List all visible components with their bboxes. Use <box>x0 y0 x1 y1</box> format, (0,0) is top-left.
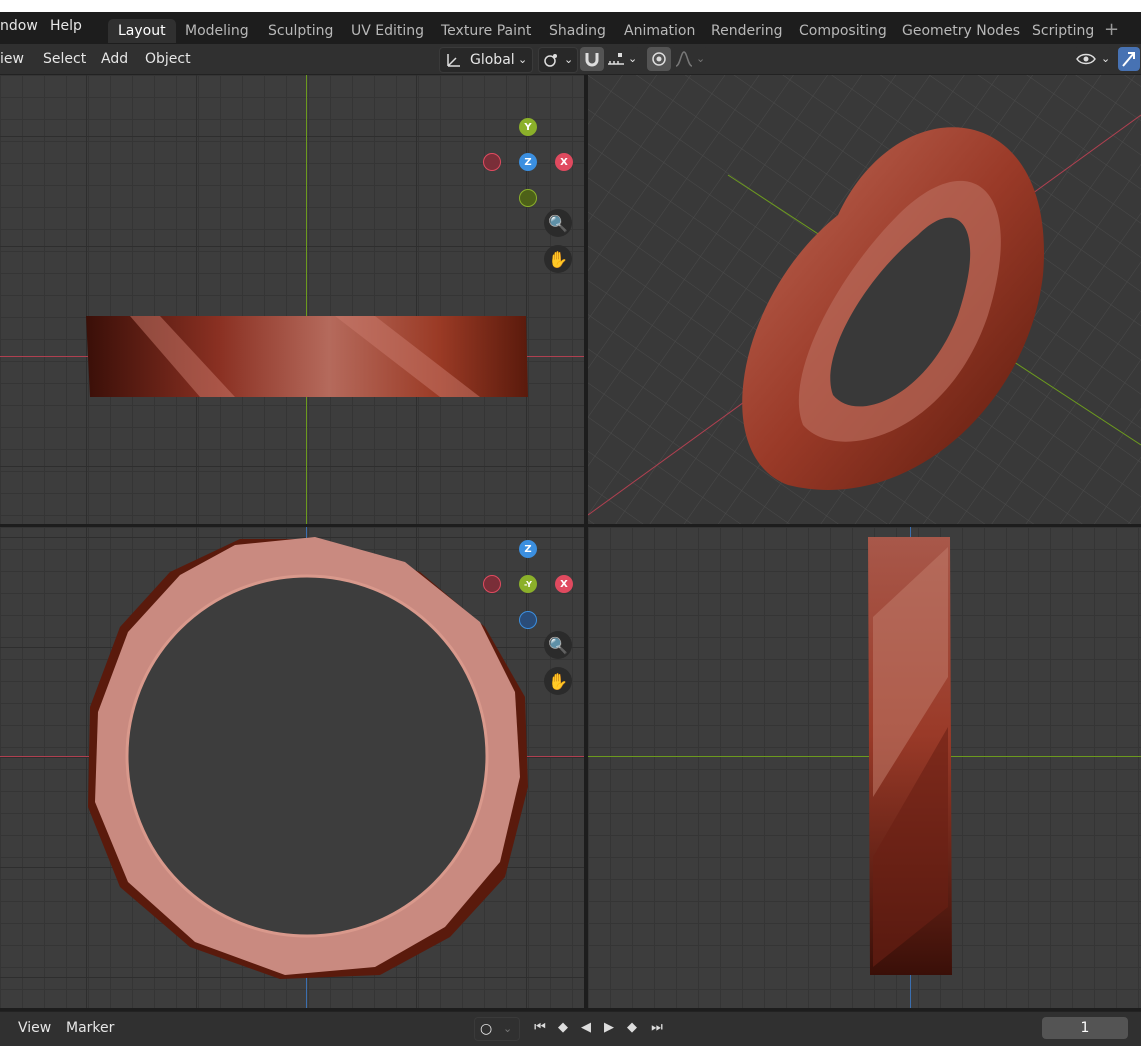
zoom-icon[interactable]: 🔍 <box>544 209 572 237</box>
magnet-icon <box>585 53 599 67</box>
gizmo-arrow-icon <box>1122 52 1135 67</box>
snap-target-dropdown[interactable]: ⌄ <box>604 47 640 71</box>
zoom-icon[interactable]: 🔍 <box>544 631 572 659</box>
falloff-dropdown[interactable]: ⌄ <box>672 47 708 71</box>
gizmo-neg-y-axis[interactable] <box>519 189 537 207</box>
add-menu[interactable]: Add <box>101 51 128 67</box>
tab-animation[interactable]: Animation <box>614 19 705 43</box>
play-icon[interactable]: ▶ <box>599 1018 619 1038</box>
gizmo-y-axis[interactable]: Y <box>519 118 537 136</box>
chevron-down-icon: ⌄ <box>564 53 574 66</box>
viewport-divider-vertical[interactable] <box>584 75 588 1008</box>
timeline-header: View Marker ○ ⌄ ⏮ ◆ ◀ ▶ ◆ ⏭ 1 <box>0 1011 1141 1046</box>
tab-compositing[interactable]: Compositing <box>789 19 897 43</box>
tab-sculpting[interactable]: Sculpting <box>258 19 343 43</box>
select-menu[interactable]: Select <box>43 51 86 67</box>
gizmo-neg-y-axis[interactable]: -Y <box>519 575 537 593</box>
window-menu[interactable]: ndow <box>0 18 38 34</box>
hand-pan-icon[interactable]: ✋ <box>544 667 572 695</box>
orientation-label: Global <box>470 52 515 68</box>
falloff-curve-icon <box>675 51 693 67</box>
viewport-header: iew Select Add Object Global ⌄ ⌄ ⌄ ⌄ ⌄ <box>0 44 1141 75</box>
ring-side-view <box>86 316 528 397</box>
pivot-point-dropdown[interactable]: ⌄ <box>538 47 578 73</box>
gizmo-x-axis[interactable]: X <box>555 575 573 593</box>
tab-geometry-nodes[interactable]: Geometry Nodes <box>892 19 1030 43</box>
view-menu[interactable]: iew <box>0 51 24 67</box>
play-reverse-icon[interactable]: ◀ <box>576 1018 596 1038</box>
tab-rendering[interactable]: Rendering <box>701 19 793 43</box>
perspective-scene <box>588 75 1141 524</box>
tab-modeling[interactable]: Modeling <box>175 19 259 43</box>
viewport-top-left[interactable]: Y Z X 🔍 ✋ <box>0 75 584 524</box>
viewport-top-right[interactable] <box>588 75 1141 524</box>
next-keyframe-icon[interactable]: ◆ <box>622 1018 642 1038</box>
timeline-view-menu[interactable]: View <box>18 1020 51 1036</box>
top-bar: ndow Help Layout Modeling Sculpting UV E… <box>0 0 1141 44</box>
tab-uv-editing[interactable]: UV Editing <box>341 19 434 43</box>
chevron-down-icon: ⌄ <box>628 52 638 65</box>
ring-front-view <box>88 537 528 979</box>
tab-shading[interactable]: Shading <box>539 19 616 43</box>
chevron-down-icon: ⌄ <box>1101 52 1111 65</box>
chevron-down-icon: ⌄ <box>503 1022 513 1035</box>
timeline-marker-menu[interactable]: Marker <box>66 1020 114 1036</box>
gizmo-z-axis[interactable]: Z <box>519 153 537 171</box>
gizmo-neg-x-axis[interactable] <box>483 575 501 593</box>
prev-keyframe-icon[interactable]: ◆ <box>553 1018 573 1038</box>
transform-orientation-dropdown[interactable]: Global ⌄ <box>439 47 533 73</box>
jump-start-icon[interactable]: ⏮ <box>530 1018 550 1038</box>
pivot-icon <box>544 54 557 67</box>
snap-toggle[interactable] <box>580 47 604 71</box>
chevron-down-icon: ⌄ <box>518 53 528 66</box>
record-circle-icon: ○ <box>480 1021 493 1037</box>
chevron-down-icon: ⌄ <box>696 52 706 65</box>
snap-increment-icon <box>608 53 624 65</box>
keying-dropdown[interactable]: ○ ⌄ <box>474 1017 520 1041</box>
gizmo-neg-x-axis[interactable] <box>483 153 501 171</box>
object-menu[interactable]: Object <box>145 51 191 67</box>
viewport-bottom-left[interactable]: Z -Y X 🔍 ✋ <box>0 527 584 1008</box>
viewport-bottom-right[interactable] <box>588 527 1141 1008</box>
jump-end-icon[interactable]: ⏭ <box>647 1018 667 1038</box>
current-frame-field[interactable]: 1 <box>1042 1017 1128 1039</box>
add-workspace-icon[interactable]: + <box>1104 19 1119 40</box>
visibility-dropdown[interactable]: ⌄ <box>1074 47 1112 71</box>
tab-texture-paint[interactable]: Texture Paint <box>431 19 541 43</box>
eye-icon <box>1076 53 1096 65</box>
gizmo-toggle[interactable] <box>1118 47 1140 71</box>
ring-end-view <box>868 537 952 975</box>
viewport-divider-horizontal[interactable] <box>0 524 1141 527</box>
tab-scripting[interactable]: Scripting <box>1022 19 1104 43</box>
gizmo-neg-z-axis[interactable] <box>519 611 537 629</box>
gizmo-z-axis[interactable]: Z <box>519 540 537 558</box>
gizmo-x-axis[interactable]: X <box>555 153 573 171</box>
hand-pan-icon[interactable]: ✋ <box>544 245 572 273</box>
orientation-axes-icon <box>447 54 460 67</box>
help-menu[interactable]: Help <box>50 18 82 34</box>
title-strip <box>0 0 1141 12</box>
proportional-editing-toggle[interactable] <box>647 47 671 71</box>
proportional-icon <box>652 52 666 66</box>
tab-layout[interactable]: Layout <box>108 19 176 43</box>
